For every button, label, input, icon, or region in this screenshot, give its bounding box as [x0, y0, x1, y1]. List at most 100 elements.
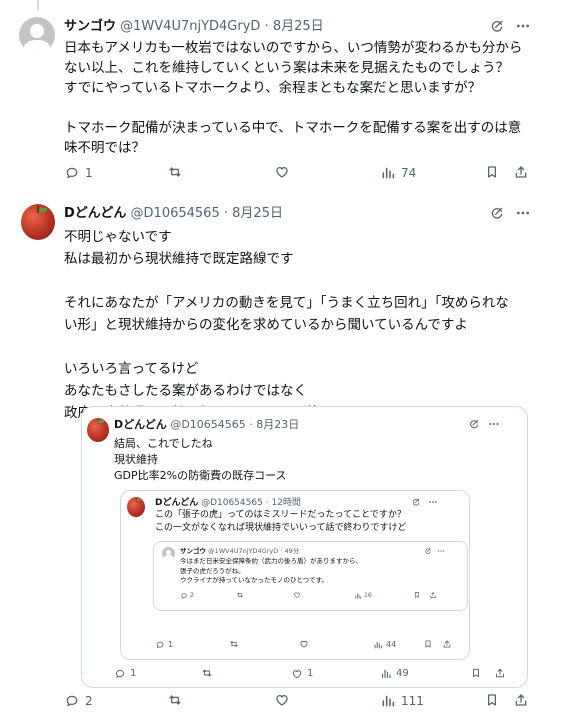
- views-icon: [380, 693, 396, 709]
- tweet-date: 8月23日: [256, 418, 300, 431]
- grok-icon[interactable]: [489, 18, 505, 34]
- author-name[interactable]: Dどんどん: [64, 206, 126, 221]
- tweet-text: 結局、これでしたね 現状維持 GDP比率2%の防衛費の既存コース: [114, 437, 287, 482]
- repost-button[interactable]: [167, 164, 188, 180]
- more-icon[interactable]: [515, 205, 531, 221]
- grok-icon[interactable]: [468, 418, 480, 430]
- reply-count: 1: [168, 640, 174, 649]
- view-count: 111: [401, 694, 424, 708]
- like-button[interactable]: 1: [291, 667, 313, 681]
- author-name: Dどんどん: [155, 498, 199, 508]
- share-button[interactable]: [513, 164, 529, 180]
- share-button[interactable]: [442, 639, 452, 649]
- like-icon: [291, 668, 303, 680]
- quoted-tweet[interactable]: サンゴウ @1WV4U7njYD4GryD · 49分 今はまだ日米安全保障条約…: [153, 541, 468, 611]
- author-name[interactable]: サンゴウ: [64, 19, 116, 34]
- more-icon[interactable]: [437, 547, 445, 555]
- grok-icon[interactable]: [411, 497, 421, 507]
- tweet-date: 49分: [284, 547, 300, 555]
- reply-count: 2: [190, 592, 194, 599]
- view-count: 16: [364, 592, 372, 599]
- repost-button[interactable]: [201, 667, 218, 679]
- like-button[interactable]: [299, 639, 314, 649]
- reply-button[interactable]: 2: [180, 591, 194, 600]
- grok-icon[interactable]: [424, 547, 432, 555]
- bookmark-icon: [423, 639, 433, 649]
- tweet-1[interactable]: サンゴウ @1WV4U7njYD4GryD · 8月25日 日本もアメリカも一枚…: [0, 0, 566, 196]
- share-icon: [494, 667, 506, 679]
- share-button[interactable]: [429, 591, 437, 599]
- reply-button[interactable]: 1: [114, 667, 136, 681]
- reply-count: 1: [85, 166, 93, 180]
- repost-icon: [167, 164, 183, 180]
- tweet-date[interactable]: 8月25日: [273, 19, 324, 34]
- author-handle[interactable]: @D10654565: [131, 206, 220, 221]
- author-name: サンゴウ: [180, 547, 206, 555]
- views-button[interactable]: 74: [380, 164, 416, 182]
- repost-button[interactable]: [229, 639, 244, 649]
- bookmark-icon: [484, 692, 500, 708]
- tweet-text: 不明じゃないです 私は最初から現状維持で既定路線です それにあなたが「アメリカの…: [64, 229, 509, 421]
- tweet-text: 今はまだ日米安全保障条約（武力の後ろ盾）がありますから、 張子の虎だろうがね。 …: [180, 557, 362, 584]
- tweet-2[interactable]: Dどんどん @D10654565 · 8月25日 不明じゃないです 私は最初から…: [0, 196, 566, 718]
- like-button[interactable]: [274, 692, 295, 708]
- quoted-tweet[interactable]: Dどんどん @D10654565 · 12時間 この「張子の虎」ってのはミスリー…: [120, 490, 470, 660]
- tweet-date[interactable]: 8月25日: [232, 206, 283, 221]
- bookmark-button[interactable]: [470, 667, 482, 679]
- bookmark-button[interactable]: [484, 164, 500, 180]
- separator: ·: [280, 547, 283, 555]
- separator: ·: [249, 418, 253, 431]
- views-button[interactable]: 111: [380, 692, 424, 710]
- more-icon[interactable]: [428, 497, 438, 507]
- bookmark-button[interactable]: [423, 639, 433, 649]
- grok-icon[interactable]: [489, 205, 505, 221]
- views-icon: [373, 640, 383, 650]
- views-button[interactable]: 44: [373, 639, 396, 651]
- repost-button[interactable]: [236, 591, 249, 599]
- bookmark-button[interactable]: [413, 591, 421, 599]
- like-icon: [293, 591, 301, 599]
- more-icon[interactable]: [488, 418, 500, 430]
- tweet-text: この「張子の虎」ってのはミスリードだったってことですか？ この一文がなくなれば現…: [155, 510, 407, 533]
- author-handle: @D10654565: [170, 418, 246, 431]
- share-button[interactable]: [513, 692, 529, 708]
- like-button[interactable]: [274, 164, 295, 180]
- avatar[interactable]: [21, 204, 55, 240]
- avatar: [87, 418, 109, 442]
- bookmark-button[interactable]: [484, 692, 500, 708]
- share-icon: [429, 591, 437, 599]
- share-button[interactable]: [494, 667, 506, 679]
- views-button[interactable]: 16: [354, 591, 372, 600]
- more-icon[interactable]: [515, 18, 531, 34]
- quoted-tweet[interactable]: Dどんどん @D10654565 · 8月23日 結局、これでしたね 現状維持 …: [81, 406, 528, 688]
- action-bar: 1 44: [155, 639, 455, 651]
- reply-button[interactable]: 2: [64, 692, 93, 710]
- reply-button[interactable]: 1: [155, 639, 173, 651]
- views-button[interactable]: 49: [380, 667, 409, 681]
- separator: ·: [223, 206, 229, 221]
- author-handle[interactable]: @1WV4U7njYD4GryD: [120, 19, 260, 34]
- reply-icon: [114, 668, 126, 680]
- like-button[interactable]: [293, 591, 306, 599]
- views-icon: [380, 165, 396, 181]
- repost-icon: [236, 591, 244, 599]
- share-icon: [442, 639, 452, 649]
- bookmark-icon: [470, 667, 482, 679]
- action-bar: 1 74: [64, 164, 534, 182]
- separator: ·: [264, 19, 269, 34]
- avatar[interactable]: [19, 17, 55, 53]
- views-icon: [354, 592, 362, 600]
- reply-icon: [180, 592, 188, 600]
- action-bar: 2 111: [64, 692, 534, 710]
- share-icon: [513, 692, 529, 708]
- reply-count: 2: [85, 694, 93, 708]
- reply-button[interactable]: 1: [64, 164, 93, 182]
- view-count: 49: [396, 668, 409, 679]
- like-count: 1: [307, 668, 314, 679]
- like-icon: [299, 639, 309, 649]
- views-icon: [380, 668, 392, 680]
- repost-icon: [229, 639, 239, 649]
- repost-button[interactable]: [167, 692, 188, 708]
- avatar: [127, 497, 145, 517]
- action-bar: 1 1 49: [114, 667, 524, 681]
